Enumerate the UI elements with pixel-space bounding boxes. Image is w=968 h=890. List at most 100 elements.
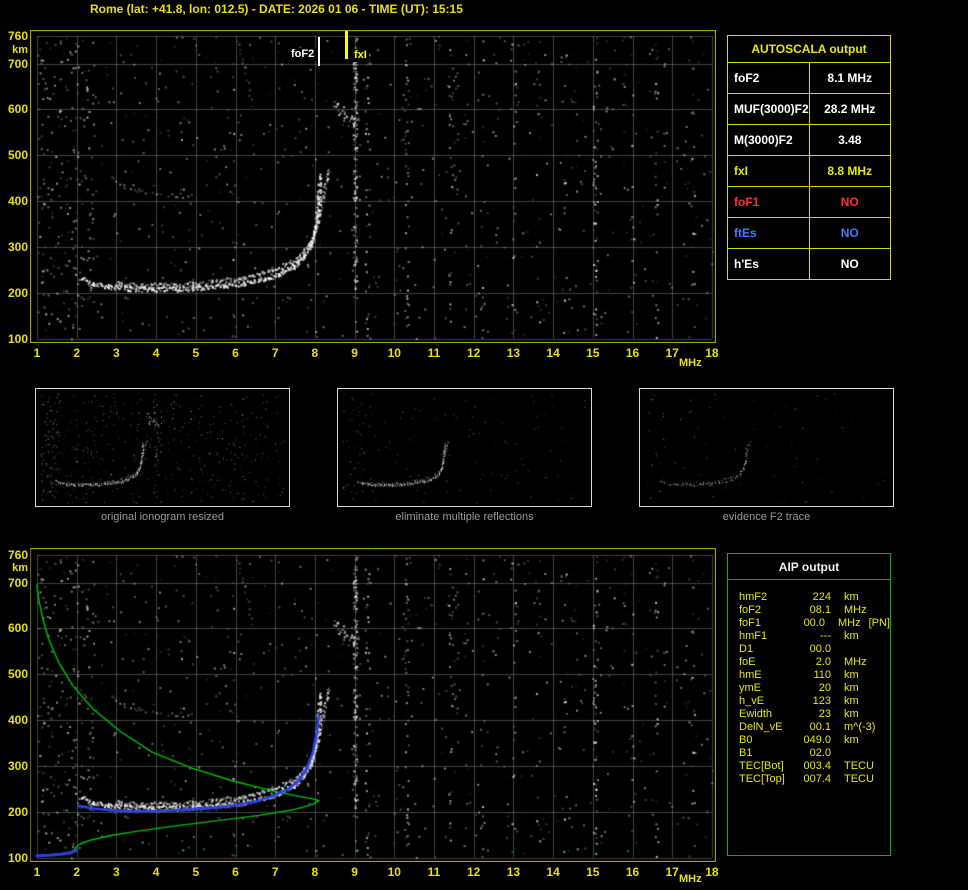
autoscala-row: h'EsNO <box>728 249 891 280</box>
autoscala-row: foF1NO <box>728 187 891 218</box>
y-axis-unit-label: km <box>2 44 28 56</box>
x-axis-tick: 5 <box>185 866 207 879</box>
thumbnail-original-ionogram <box>35 388 290 507</box>
aip-row: B0049.0km <box>739 734 890 747</box>
x-axis-tick: 7 <box>264 866 286 879</box>
x-axis-tick: 16 <box>622 866 644 879</box>
autoscala-window: Rome (lat: +41.8, lon: 012.5) - DATE: 20… <box>0 0 968 890</box>
thumbnail-f2-trace-evidence <box>639 388 894 507</box>
aip-output-table: AIP output hmF2224kmfoF208.1MHzfoF100.0M… <box>727 553 891 856</box>
y-axis-tick: 100 <box>2 851 28 865</box>
aip-row: TEC[Top]007.4TECU <box>739 773 890 786</box>
y-axis-tick: 760 <box>2 29 28 43</box>
y-axis-tick: 300 <box>2 759 28 773</box>
x-axis-tick: 18 <box>701 347 723 360</box>
x-axis-tick: 10 <box>383 347 405 360</box>
y-axis-tick: 500 <box>2 667 28 681</box>
x-axis-tick: 14 <box>542 347 564 360</box>
y-axis-unit-label: km <box>2 562 28 574</box>
x-axis-tick: 8 <box>304 347 326 360</box>
x-axis-tick: 4 <box>145 866 167 879</box>
y-axis-tick: 600 <box>2 102 28 116</box>
aip-row: TEC[Bot]003.4TECU <box>739 760 890 773</box>
autoscala-row: M(3000)F23.48 <box>728 125 891 156</box>
aip-row: h_vE123km <box>739 695 890 708</box>
x-axis-tick: 17 <box>661 866 683 879</box>
parameter-value: 8.8 MHz <box>809 156 891 187</box>
parameter-value: 3.48 <box>809 125 891 156</box>
foF2-marker-line <box>318 37 320 66</box>
x-axis-tick: 6 <box>225 347 247 360</box>
aip-row: ymE20km <box>739 682 890 695</box>
x-axis-tick: 13 <box>502 866 524 879</box>
x-axis-tick: 11 <box>423 347 445 360</box>
autoscala-output-table: AUTOSCALA output foF28.1 MHzMUF(3000)F22… <box>727 35 891 280</box>
x-axis-tick: 12 <box>463 866 485 879</box>
x-axis-tick: 5 <box>185 347 207 360</box>
x-axis-tick: 16 <box>622 347 644 360</box>
parameter-value: 28.2 MHz <box>809 94 891 125</box>
parameter-name: h'Es <box>728 249 810 280</box>
thumbnail-caption: original ionogram resized <box>35 511 290 523</box>
x-axis-tick: 10 <box>383 866 405 879</box>
x-axis-tick: 2 <box>66 866 88 879</box>
thumbnail-multiple-reflections-removed <box>337 388 592 507</box>
x-axis-tick: 3 <box>105 347 127 360</box>
fxI-marker-line <box>345 31 348 59</box>
parameter-value: NO <box>809 249 891 280</box>
station-header: Rome (lat: +41.8, lon: 012.5) - DATE: 20… <box>90 2 463 16</box>
y-axis-tick: 400 <box>2 194 28 208</box>
aip-rows: hmF2224kmfoF208.1MHzfoF100.0MHz[PN]hmF1-… <box>728 580 890 786</box>
ionogram-plot <box>30 30 716 343</box>
x-axis-tick: 8 <box>304 866 326 879</box>
thumbnail-caption: evidence F2 trace <box>639 511 894 523</box>
x-axis-tick: 1 <box>26 866 48 879</box>
aip-row: foE2.0MHz <box>739 656 890 669</box>
parameter-value: NO <box>809 187 891 218</box>
x-axis-tick: 17 <box>661 347 683 360</box>
aip-row: foF208.1MHz <box>739 604 890 617</box>
parameter-name: foF2 <box>728 63 810 94</box>
x-axis-tick: 3 <box>105 866 127 879</box>
y-axis-tick: 700 <box>2 57 28 71</box>
thumbnail-caption: eliminate multiple reflections <box>337 511 592 523</box>
x-axis-tick: 4 <box>145 347 167 360</box>
x-axis-tick: 1 <box>26 347 48 360</box>
x-axis-tick: 9 <box>344 866 366 879</box>
aip-row: hmE110km <box>739 669 890 682</box>
y-axis-tick: 100 <box>2 332 28 346</box>
y-axis-tick: 200 <box>2 805 28 819</box>
parameter-name: foF1 <box>728 187 810 218</box>
x-axis-tick: 12 <box>463 347 485 360</box>
autoscala-row: ftEsNO <box>728 218 891 249</box>
aip-row: hmF2224km <box>739 591 890 604</box>
x-axis-tick: 7 <box>264 347 286 360</box>
x-axis-tick: 9 <box>344 347 366 360</box>
x-axis-tick: 2 <box>66 347 88 360</box>
aip-row: Ewidth23km <box>739 708 890 721</box>
x-axis-tick: 18 <box>701 866 723 879</box>
y-axis-tick: 300 <box>2 240 28 254</box>
y-axis-tick: 700 <box>2 576 28 590</box>
x-axis-tick: 13 <box>502 347 524 360</box>
aip-table-title: AIP output <box>728 554 890 580</box>
y-axis-tick: 200 <box>2 286 28 300</box>
foF2-marker-label: foF2 <box>289 48 316 61</box>
x-axis-tick: 15 <box>582 347 604 360</box>
autoscala-row: MUF(3000)F228.2 MHz <box>728 94 891 125</box>
parameter-value: NO <box>809 218 891 249</box>
x-axis-tick: 15 <box>582 866 604 879</box>
y-axis-tick: 400 <box>2 713 28 727</box>
aip-row: B102.0 <box>739 747 890 760</box>
aip-row: hmF1---km <box>739 630 890 643</box>
parameter-name: ftEs <box>728 218 810 249</box>
parameter-value: 8.1 MHz <box>809 63 891 94</box>
x-axis-tick: 14 <box>542 866 564 879</box>
x-axis-tick: 6 <box>225 866 247 879</box>
profile-plot <box>30 548 716 862</box>
y-axis-tick: 760 <box>2 548 28 562</box>
x-axis-tick: 11 <box>423 866 445 879</box>
parameter-name: fxI <box>728 156 810 187</box>
fxI-marker-label: fxI <box>352 49 369 62</box>
aip-row: DelN_vE00.1m^(-3) <box>739 721 890 734</box>
